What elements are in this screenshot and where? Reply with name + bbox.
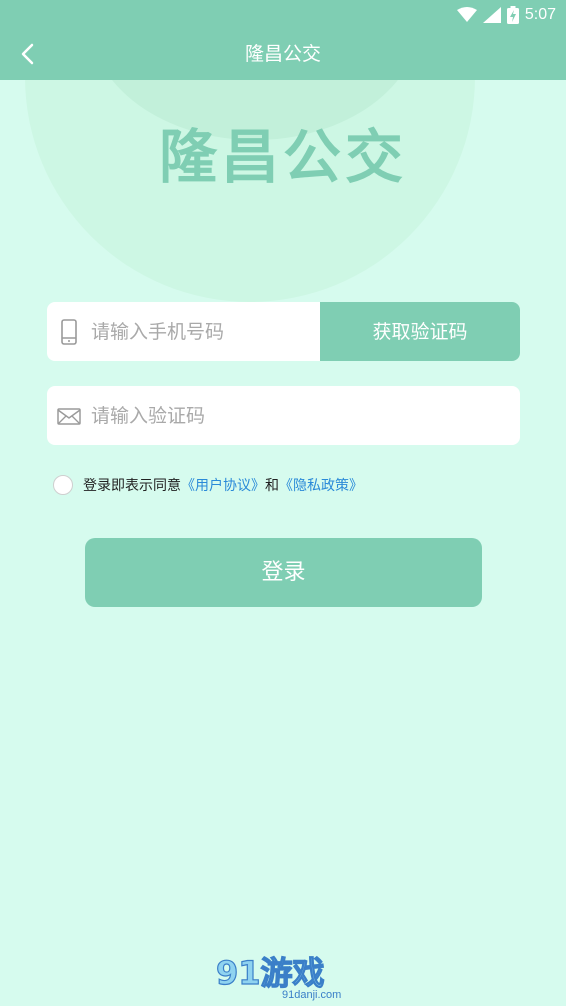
signal-icon — [482, 7, 501, 23]
get-code-button[interactable]: 获取验证码 — [320, 302, 520, 361]
phone-icon — [61, 319, 77, 345]
status-time: 5:07 — [524, 6, 556, 23]
site-watermark: 91游戏 91danji.com — [215, 953, 341, 1001]
back-button[interactable] — [8, 34, 48, 74]
hero-title: 隆昌公交 — [158, 123, 407, 191]
agreement-conjunction: 和 — [265, 478, 279, 494]
status-icons: 5:07 — [456, 4, 556, 26]
status-bar: 5:07 — [0, 0, 566, 28]
privacy-policy-link[interactable]: 《隐私政策》 — [279, 475, 363, 495]
nav-title: 隆昌公交 — [244, 43, 321, 65]
wifi-icon — [456, 7, 477, 22]
phone-field: 获取验证码 — [47, 302, 520, 361]
chevron-left-icon — [21, 43, 34, 65]
code-input[interactable] — [91, 386, 491, 445]
watermark-logo-text: 91游戏 — [216, 954, 325, 992]
phone-input[interactable] — [91, 302, 311, 361]
login-button[interactable]: 登录 — [85, 538, 482, 607]
code-field — [47, 386, 520, 445]
agreement-prefix: 登录即表示同意 — [83, 478, 181, 494]
agreement-checkbox[interactable] — [53, 475, 73, 495]
agreement-row: 登录即表示同意 《用户协议》 和 《隐私政策》 — [53, 474, 363, 496]
battery-charging-icon — [506, 6, 519, 24]
user-agreement-link[interactable]: 《用户协议》 — [181, 475, 265, 495]
nav-bar: 隆昌公交 — [0, 28, 566, 80]
watermark-site-text: 91danji.com — [282, 989, 341, 1001]
mail-icon — [57, 408, 81, 425]
